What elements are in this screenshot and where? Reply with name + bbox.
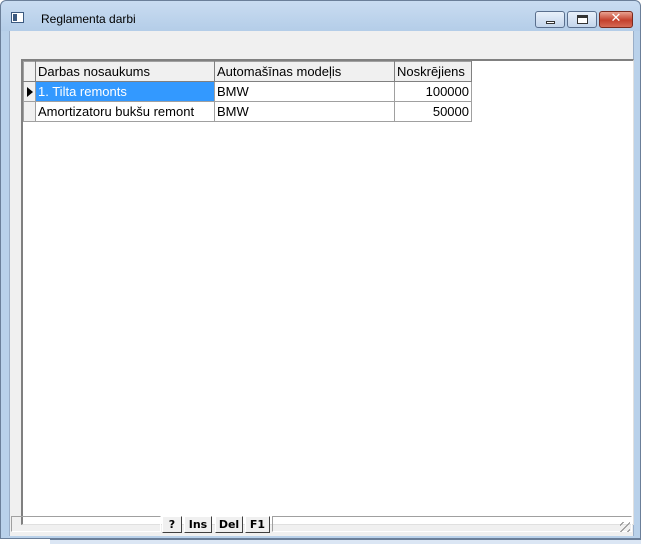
cell-name[interactable]: Amortizatoru bukšu remont: [35, 101, 215, 122]
help-key-button[interactable]: ?: [162, 516, 182, 533]
delete-key-button[interactable]: Del: [215, 516, 243, 533]
row-indicator[interactable]: [23, 101, 36, 122]
cell-mileage[interactable]: 100000: [394, 81, 472, 102]
maximize-icon: [577, 15, 588, 24]
row-indicator[interactable]: [23, 81, 36, 102]
data-grid[interactable]: Darbas nosaukums Automašīnas modeļis Nos…: [21, 59, 634, 525]
grid-table: Darbas nosaukums Automašīnas modeļis Nos…: [23, 61, 472, 122]
minimize-button[interactable]: [535, 11, 565, 28]
insert-key-button[interactable]: Ins: [184, 516, 212, 533]
column-header-name[interactable]: Darbas nosaukums: [35, 61, 215, 82]
column-header-mileage[interactable]: Noskrējiens: [394, 61, 472, 82]
close-button[interactable]: ✕: [599, 11, 633, 28]
app-window: Reglamenta darbi ✕ Darbas nosaukums Auto…: [0, 0, 641, 539]
cell-mileage[interactable]: 50000: [394, 101, 472, 122]
column-header-model[interactable]: Automašīnas modeļis: [214, 61, 395, 82]
window-title: Reglamenta darbi: [41, 12, 136, 26]
title-bar[interactable]: Reglamenta darbi ✕: [1, 1, 640, 31]
minimize-icon: [546, 21, 555, 24]
status-panel: [272, 516, 632, 532]
grid-header-row: Darbas nosaukums Automašīnas modeļis Nos…: [23, 61, 472, 82]
table-row[interactable]: Amortizatoru bukšu remont BMW 50000: [23, 101, 472, 122]
status-bar: ? Ins Del F1: [10, 515, 633, 534]
triangle-right-icon: [27, 86, 33, 97]
row-indicator-header: [23, 61, 36, 82]
cell-model[interactable]: BMW: [214, 81, 395, 102]
close-icon: ✕: [610, 11, 622, 26]
taskbar-edge: [50, 539, 641, 544]
window-client-area: Darbas nosaukums Automašīnas modeļis Nos…: [9, 31, 634, 536]
cell-model[interactable]: BMW: [214, 101, 395, 122]
maximize-button[interactable]: [567, 11, 597, 28]
window-icon[interactable]: [11, 12, 24, 23]
f1-key-button[interactable]: F1: [245, 516, 270, 533]
status-field: [11, 516, 161, 532]
cell-name[interactable]: 1. Tilta remonts: [35, 81, 215, 102]
resize-grip-icon[interactable]: [620, 522, 630, 532]
table-row[interactable]: 1. Tilta remonts BMW 100000: [23, 81, 472, 102]
